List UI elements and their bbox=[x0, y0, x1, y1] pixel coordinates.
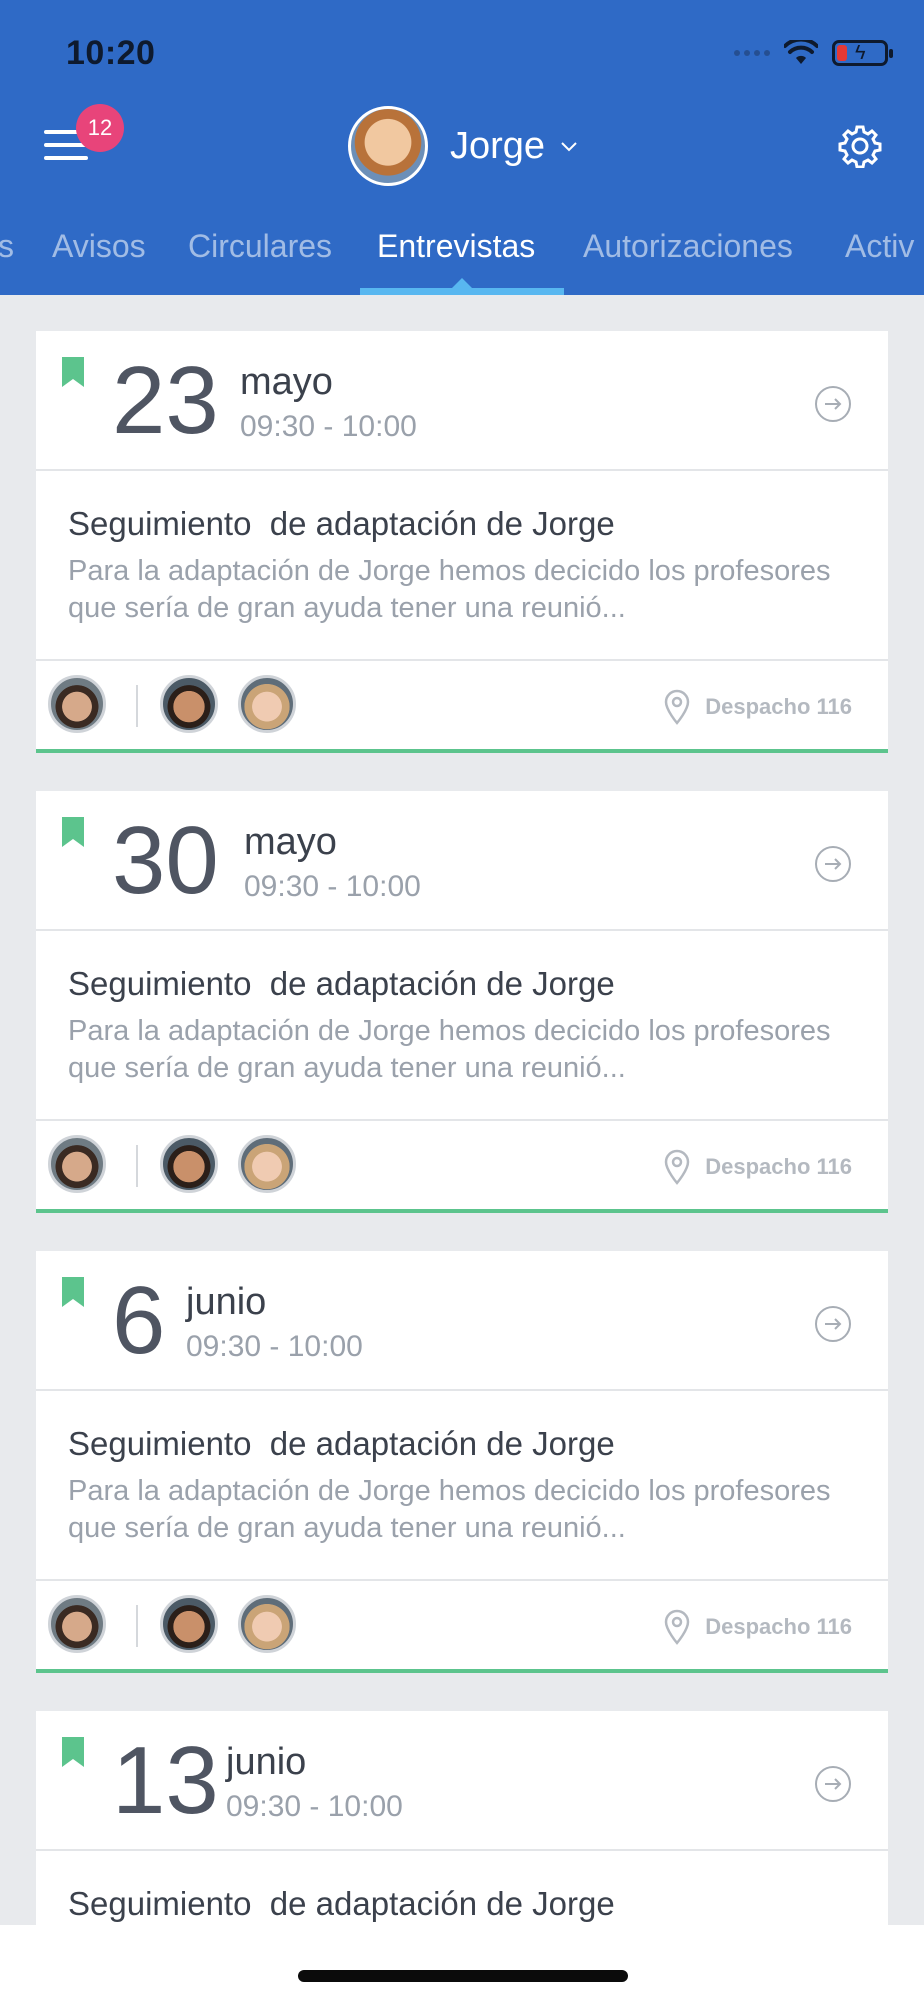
interview-day: 30 bbox=[112, 807, 219, 914]
card-footer: Despacho 116 bbox=[36, 661, 888, 753]
header: 10:20 ϟ 12 Jorge s Avisos Circulares Ent… bbox=[0, 0, 924, 295]
location: Despacho 116 bbox=[663, 1149, 852, 1185]
interview-card[interactable]: 6 junio 09:30 - 10:00 Seguimiento de ada… bbox=[36, 1251, 888, 1673]
chevron-down-icon bbox=[561, 142, 577, 152]
location-pin-icon bbox=[664, 689, 690, 725]
interview-day: 6 bbox=[112, 1267, 166, 1374]
interview-card[interactable]: 23 mayo 09:30 - 10:00 Seguimiento de ada… bbox=[36, 331, 888, 753]
profile-switcher[interactable]: Jorge bbox=[348, 106, 579, 186]
interview-description: Para la adaptación de Jorge hemos decici… bbox=[68, 1475, 831, 1544]
location: Despacho 116 bbox=[663, 689, 852, 725]
card-header: 30 mayo 09:30 - 10:00 bbox=[36, 791, 888, 931]
divider bbox=[136, 1145, 138, 1187]
date-details: junio 09:30 - 10:00 bbox=[186, 1281, 363, 1364]
interview-subject: Seguimiento de adaptación de Jorge bbox=[68, 505, 615, 542]
participant-avatar bbox=[48, 1135, 106, 1193]
card-footer: Despacho 116 bbox=[36, 1581, 888, 1673]
card-header: 13 junio 09:30 - 10:00 bbox=[36, 1711, 888, 1851]
date-details: junio 09:30 - 10:00 bbox=[226, 1741, 403, 1824]
location-label: Despacho 116 bbox=[705, 1154, 852, 1179]
interview-day: 13 bbox=[112, 1727, 219, 1834]
interview-month: mayo bbox=[244, 821, 337, 863]
interview-subject: Seguimiento de adaptación de Jorge bbox=[68, 965, 615, 1002]
interview-month: junio bbox=[186, 1281, 267, 1323]
interview-subject: Seguimiento de adaptación de Jorge bbox=[68, 1885, 615, 1922]
bookmark-icon bbox=[62, 1277, 84, 1307]
interview-time: 09:30 - 10:00 bbox=[240, 410, 417, 443]
wifi-icon bbox=[784, 40, 818, 64]
divider bbox=[136, 1605, 138, 1647]
interview-time: 09:30 - 10:00 bbox=[226, 1790, 403, 1823]
location-pin-icon bbox=[664, 1149, 690, 1185]
interview-subject: Seguimiento de adaptación de Jorge bbox=[68, 1425, 615, 1462]
cellular-signal-icon bbox=[734, 50, 770, 56]
interview-month: mayo bbox=[240, 361, 333, 403]
arrow-right-circle-icon[interactable] bbox=[814, 1765, 852, 1803]
tab-indicator-notch bbox=[452, 278, 472, 288]
interview-card[interactable]: 13 junio 09:30 - 10:00 Seguimiento de ad… bbox=[36, 1711, 888, 1925]
participant-avatar bbox=[48, 1595, 106, 1653]
interview-list: 23 mayo 09:30 - 10:00 Seguimiento de ada… bbox=[0, 295, 924, 1925]
profile-name: Jorge bbox=[450, 124, 546, 167]
participant-avatar bbox=[160, 1595, 218, 1653]
bookmark-icon bbox=[62, 817, 84, 847]
card-body: Seguimiento de adaptación de Jorge Para … bbox=[36, 931, 888, 1121]
app-screen: 10:20 ϟ 12 Jorge s Avisos Circulares Ent… bbox=[0, 0, 924, 2000]
participant-avatar bbox=[238, 1595, 296, 1653]
card-body: Seguimiento de adaptación de Jorge Para … bbox=[36, 1391, 888, 1581]
card-body: Seguimiento de adaptación de Jorge Para … bbox=[36, 471, 888, 661]
interview-description: Para la adaptación de Jorge hemos decici… bbox=[68, 1015, 831, 1084]
card-header: 6 junio 09:30 - 10:00 bbox=[36, 1251, 888, 1391]
participant-avatar bbox=[238, 1135, 296, 1193]
interview-time: 09:30 - 10:00 bbox=[186, 1330, 363, 1363]
interview-description: Para la adaptación de Jorge hemos decici… bbox=[68, 555, 831, 624]
participant-avatar bbox=[160, 675, 218, 733]
tab-avisos[interactable]: Avisos bbox=[52, 228, 146, 265]
arrow-right-circle-icon[interactable] bbox=[814, 845, 852, 883]
arrow-right-circle-icon[interactable] bbox=[814, 385, 852, 423]
location-label: Despacho 116 bbox=[705, 1614, 852, 1639]
participant-avatar bbox=[238, 675, 296, 733]
location: Despacho 116 bbox=[663, 1609, 852, 1645]
card-header: 23 mayo 09:30 - 10:00 bbox=[36, 331, 888, 471]
interview-month: junio bbox=[226, 1741, 307, 1783]
interview-time: 09:30 - 10:00 bbox=[244, 870, 421, 903]
status-icons: ϟ bbox=[734, 40, 893, 66]
date-details: mayo 09:30 - 10:00 bbox=[244, 821, 421, 904]
tab-indicator bbox=[360, 288, 564, 295]
tab-actividades[interactable]: Activ bbox=[845, 228, 914, 265]
participant-avatar bbox=[160, 1135, 218, 1193]
bookmark-icon bbox=[62, 357, 84, 387]
interview-card[interactable]: 30 mayo 09:30 - 10:00 Seguimiento de ada… bbox=[36, 791, 888, 1213]
interview-day: 23 bbox=[112, 347, 219, 454]
battery-icon: ϟ bbox=[832, 40, 893, 66]
card-body: Seguimiento de adaptación de Jorge bbox=[36, 1851, 888, 1925]
avatar bbox=[348, 106, 428, 186]
card-footer: Despacho 116 bbox=[36, 1121, 888, 1213]
location-label: Despacho 116 bbox=[705, 694, 852, 719]
participant-avatar bbox=[48, 675, 106, 733]
gear-icon[interactable] bbox=[838, 124, 882, 168]
tab-entrevistas[interactable]: Entrevistas bbox=[377, 228, 535, 265]
location-pin-icon bbox=[664, 1609, 690, 1645]
tab-partial-left[interactable]: s bbox=[0, 228, 14, 265]
bookmark-icon bbox=[62, 1737, 84, 1767]
tab-circulares[interactable]: Circulares bbox=[188, 228, 332, 265]
tab-bar: s Avisos Circulares Entrevistas Autoriza… bbox=[0, 222, 924, 295]
status-time: 10:20 bbox=[66, 34, 156, 72]
tab-autorizaciones[interactable]: Autorizaciones bbox=[583, 228, 793, 265]
date-details: mayo 09:30 - 10:00 bbox=[240, 361, 417, 444]
home-indicator[interactable] bbox=[298, 1970, 628, 1982]
notification-badge: 12 bbox=[76, 104, 124, 152]
divider bbox=[136, 685, 138, 727]
home-indicator-area bbox=[0, 1925, 924, 2000]
arrow-right-circle-icon[interactable] bbox=[814, 1305, 852, 1343]
